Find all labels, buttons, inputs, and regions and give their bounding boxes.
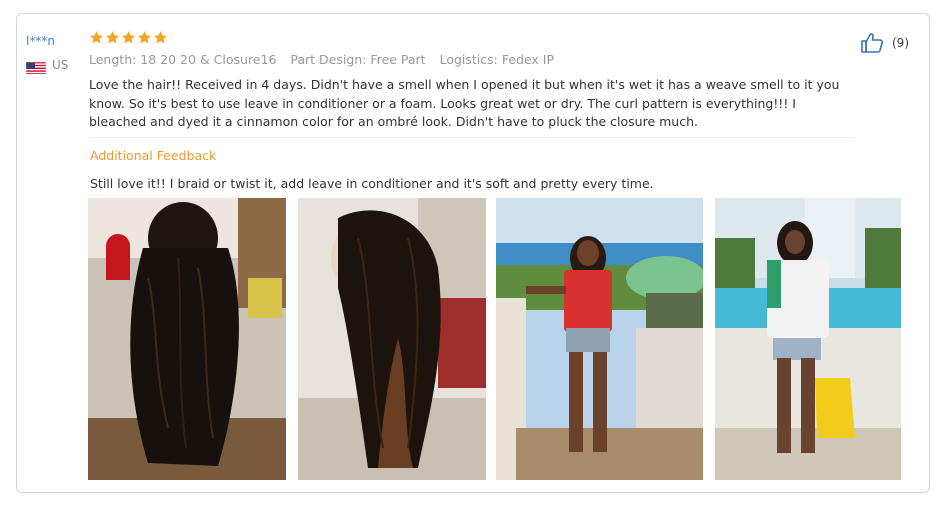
meta-length: Length: 18 20 20 & Closure16 xyxy=(89,52,277,67)
star-icon xyxy=(153,30,168,45)
reviewer-country: US xyxy=(25,58,69,75)
photo-woman-red-top-balcony[interactable] xyxy=(496,198,703,480)
photo-woman-white-shirt-fountain[interactable] xyxy=(715,198,901,480)
country-code: US xyxy=(52,58,69,72)
meta-logistics: Logistics: Fedex IP xyxy=(439,52,555,67)
photo-wig-side-view[interactable] xyxy=(298,198,486,480)
order-meta: Length: 18 20 20 & Closure16 Part Design… xyxy=(89,52,554,67)
helpful-button[interactable]: (9) xyxy=(860,32,909,54)
star-icon xyxy=(121,30,136,45)
reviewer-info: l***n US xyxy=(25,33,69,75)
photo-wig-back-view[interactable] xyxy=(88,198,286,480)
star-icon xyxy=(105,30,120,45)
star-icon xyxy=(89,30,104,45)
additional-feedback-title: Additional Feedback xyxy=(90,148,217,163)
helpful-count: (9) xyxy=(892,36,909,50)
reviewer-name[interactable]: l***n xyxy=(26,33,68,49)
divider xyxy=(89,137,855,138)
star-rating xyxy=(89,30,168,45)
thumbs-up-icon xyxy=(860,32,884,54)
us-flag-icon xyxy=(25,59,47,75)
review-text: Love the hair!! Received in 4 days. Didn… xyxy=(89,77,840,129)
star-icon xyxy=(137,30,152,45)
additional-feedback-text: Still love it!! I braid or twist it, add… xyxy=(90,176,654,191)
meta-part-design: Part Design: Free Part xyxy=(290,52,426,67)
